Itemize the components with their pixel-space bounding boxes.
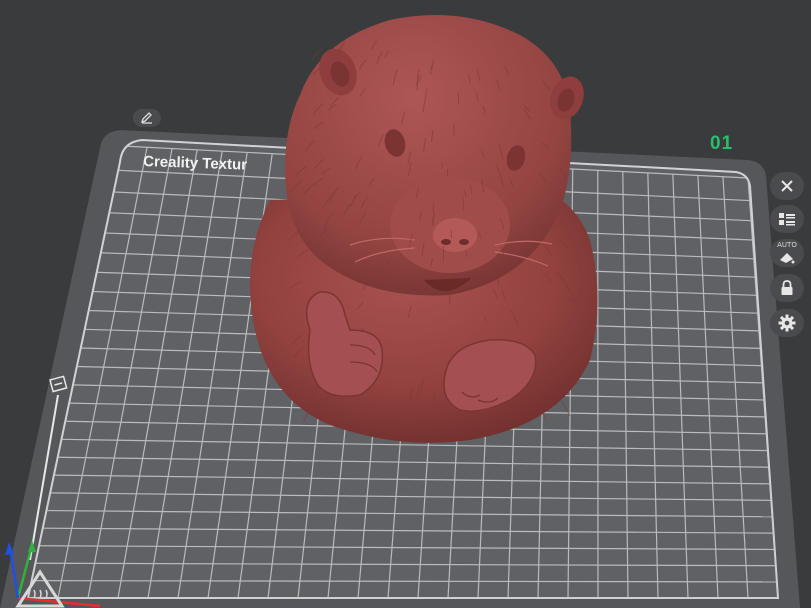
plate-label: Creality Textur [143,153,248,174]
list-icon [779,213,795,226]
lock-plate-button[interactable] [770,274,804,302]
remove-plate-button[interactable] [770,172,804,200]
plate-number: 01 [710,133,734,154]
fur-stroke [441,162,443,170]
fur-stroke [312,47,323,60]
fur-stroke [457,91,460,105]
edit-plate-name-button[interactable] [133,109,161,127]
auto-label: AUTO [777,241,797,249]
auto-orient-button[interactable]: AUTO [770,239,804,267]
auto-orient-icon [780,253,795,264]
close-icon [781,180,793,192]
gear-icon [778,314,796,332]
pencil-icon [140,112,152,124]
plate-settings-button[interactable] [770,309,804,337]
3d-model [250,15,598,443]
lock-icon [781,280,793,295]
3d-viewport[interactable]: Creality Textur [0,0,811,608]
arrange-objects-button[interactable] [770,205,804,233]
